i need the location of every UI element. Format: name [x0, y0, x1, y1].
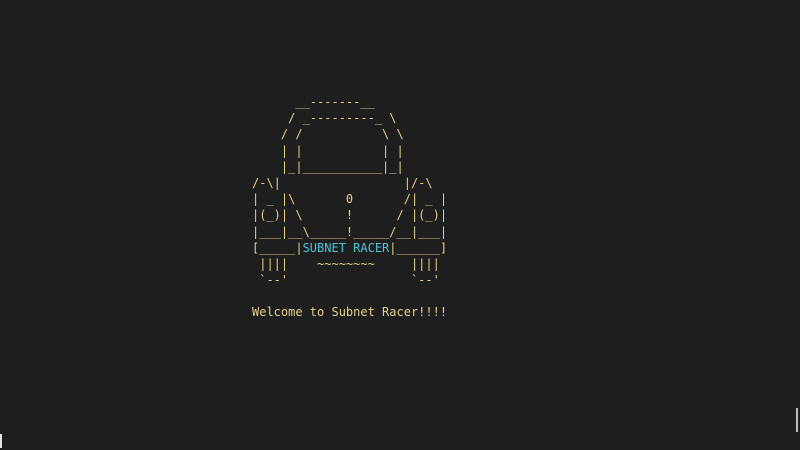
scrollbar-thumb[interactable]	[796, 408, 798, 432]
art-line: __-------__	[252, 95, 375, 109]
text-cursor	[0, 434, 2, 448]
art-line: `--' `--'	[252, 273, 440, 288]
art-line: |___|__\_____!_____/__|___|	[252, 224, 448, 239]
art-line: |_|___________|_|	[252, 159, 404, 174]
art-line: / / \ \	[252, 127, 404, 142]
car-ascii-art: __-------__ / _---------_ \ / / \ \ | | …	[252, 94, 447, 288]
art-line: |||| ~~~~~~~~ ||||	[252, 257, 440, 272]
art-line: | | | |	[252, 143, 404, 158]
terminal-screen: __-------__ / _---------_ \ / / \ \ | | …	[0, 0, 800, 450]
art-line: | _ |\ 0 /| _ |	[252, 192, 448, 207]
art-line: /-\| |/-\	[252, 176, 433, 191]
bumper-left: [_____|	[252, 240, 303, 255]
art-line: |(_)| \ ! / |(_)|	[252, 208, 448, 223]
welcome-message: Welcome to Subnet Racer!!!!	[252, 305, 448, 319]
bumper-right: |______]	[389, 240, 448, 255]
art-line: / _---------_ \	[252, 111, 397, 126]
game-title-badge: SUBNET RACER	[302, 240, 390, 255]
